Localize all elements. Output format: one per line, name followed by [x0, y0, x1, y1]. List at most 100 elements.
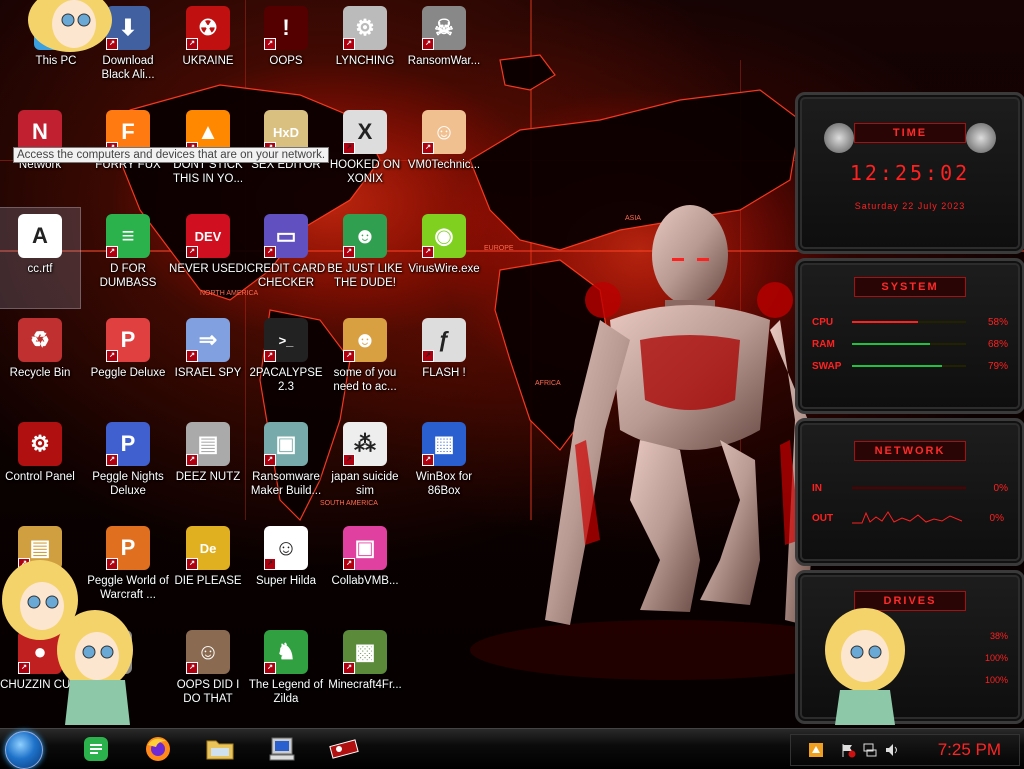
desktop-icon[interactable]: ▭ ↗ CREDIT CARD CHECKER [246, 208, 326, 308]
desktop-icon[interactable]: ⚙ ↗ LYNCHING [325, 0, 405, 100]
desktop-icon[interactable]: ! ↗ OOPS [246, 0, 326, 100]
desktop-icon[interactable]: P ↗ Peggle Nights Deluxe [88, 416, 168, 516]
desktop-icon-label: 2PACALYPSE 2.3 [249, 367, 323, 393]
cartoon-girl-sticker [28, 0, 112, 52]
desktop-icon[interactable]: ▦ ↗ WinBox for 86Box [404, 416, 484, 516]
shortcut-arrow-icon: ↗ [264, 38, 276, 50]
desktop-icon[interactable]: ☺ ↗ VM0Technic... [404, 104, 484, 204]
feedly-icon [84, 737, 108, 761]
desktop-icon[interactable]: ☢ ↗ UKRAINE [168, 0, 248, 100]
system-row: SWAP 79% [798, 355, 1022, 377]
taskbar-file-explorer[interactable] [192, 732, 248, 766]
desktop-icon-label: Control Panel [5, 471, 75, 483]
hilda-icon: ☺ ↗ [264, 526, 308, 570]
desktop-icon-label: The Legend of Zilda [248, 679, 324, 705]
desktop-icon[interactable]: ☠ ↗ RansomWar... [404, 0, 484, 100]
dude-icon: ☻ ↗ [343, 214, 387, 258]
taskbar-winbox[interactable] [254, 732, 310, 766]
desktop-icon-label: VM0Technic... [407, 159, 481, 171]
desktop-icon[interactable]: ⁂ ↗ japan suicide sim [325, 416, 405, 516]
desktop-icon-label: Ransomware Maker Build... [250, 471, 322, 497]
desktop-icon[interactable]: Acc.rtf [0, 207, 81, 309]
map-label-africa: AFRICA [535, 380, 561, 387]
xonix-icon: X ↗ [343, 110, 387, 154]
oops-icon: ! ↗ [264, 6, 308, 50]
desktop-icon-label: HOOKED ON XONIX [329, 159, 401, 185]
time-readout: 12:25:02 [849, 161, 971, 185]
desktop-icon-label: Download Black Ali... [101, 55, 155, 81]
desktop-icon[interactable]: ƒ ↗ FLASH ! [404, 312, 484, 412]
shortcut-arrow-icon: ↗ [106, 246, 118, 258]
viruswire-icon: ◉ ↗ [422, 214, 466, 258]
collabvm-icon: ▣ ↗ [343, 526, 387, 570]
system-row-value: 58% [987, 316, 1008, 328]
recycle-bin-icon: ♻ [18, 318, 62, 362]
start-button[interactable] [5, 731, 43, 769]
desktop-icon[interactable]: P ↗ Peggle Deluxe [88, 312, 168, 412]
desktop-icon[interactable]: ◉ ↗ VirusWire.exe [404, 208, 484, 308]
shortcut-arrow-icon: ↗ [343, 662, 355, 674]
desktop-icon[interactable]: ⚙ Control Panel [0, 416, 80, 516]
flash-icon: ƒ ↗ [422, 318, 466, 362]
volume-icon[interactable] [881, 739, 903, 761]
system-usage-fill [852, 343, 930, 345]
shortcut-arrow-icon: ↗ [264, 350, 276, 362]
beaver-icon: ☻ ↗ [343, 318, 387, 362]
desktop-icon[interactable]: ♞ ↗ The Legend of Zilda [246, 624, 326, 724]
taskbar-clock[interactable]: 7:25 PM [938, 740, 1001, 760]
shortcut-arrow-icon: ↗ [422, 142, 434, 154]
system-row-value: 79% [987, 360, 1008, 372]
taskbar-control-panel[interactable] [316, 732, 372, 766]
date-readout: Saturday 22 July 2023 [854, 201, 966, 211]
taskbar-firefox[interactable] [130, 732, 186, 766]
shortcut-arrow-icon: ↗ [106, 454, 118, 466]
desktop-icon[interactable]: DEV ↗ NEVER USED! [168, 208, 248, 308]
system-tray: 7:25 PM [790, 734, 1020, 766]
skull-icon: ☠ ↗ [422, 6, 466, 50]
taskbar: 7:25 PM [0, 728, 1024, 769]
desktop-icon[interactable]: ☻ ↗ BE JUST LIKE THE DUDE! [325, 208, 405, 308]
desktop-icon-label: Peggle Nights Deluxe [92, 471, 164, 497]
desktop-icon-label: DEEZ NUTZ [175, 471, 241, 483]
desktop-icon[interactable]: ☺ ↗ Super Hilda [246, 520, 326, 620]
system-row-key: CPU [812, 316, 834, 328]
network-tray-icon[interactable] [859, 739, 881, 761]
shortcut-arrow-icon: ↗ [264, 662, 276, 674]
action-center-flag-icon[interactable] [837, 739, 859, 761]
shortcut-arrow-icon: ↗ [422, 38, 434, 50]
desktop-icon-label: DIE PLEASE [174, 575, 242, 587]
desktop-icon-label: FLASH ! [422, 367, 466, 379]
shortcut-arrow-icon: ↗ [106, 350, 118, 362]
tray-app-icon[interactable] [805, 739, 827, 761]
document-icon: A [18, 214, 62, 258]
desktop-icon-label: some of you need to ac... [333, 367, 397, 393]
desktop-icon[interactable]: >_ ↗ 2PACALYPSE 2.3 [246, 312, 326, 412]
desktop-icon[interactable]: ▣ ↗ Ransomware Maker Build... [246, 416, 326, 516]
desktop-icon-label: UKRAINE [182, 55, 234, 67]
gear-icon: ⚙ ↗ [343, 6, 387, 50]
shortcut-arrow-icon: ↗ [343, 246, 355, 258]
network-row-out: OUT 0% [798, 507, 1022, 529]
map-label-asia: ASIA [625, 215, 641, 222]
feedly-icon: ≡ ↗ [106, 214, 150, 258]
peggle-nights-icon: P ↗ [106, 422, 150, 466]
desktop-icon[interactable]: ≡ ↗ D FOR DUMBASS [88, 208, 168, 308]
shortcut-arrow-icon: ↗ [186, 454, 198, 466]
network-widget-title: NETWORK [854, 441, 966, 461]
desktop-icon[interactable]: ▣ ↗ CollabVMB... [325, 520, 405, 620]
taskbar-feedly[interactable] [68, 732, 124, 766]
desktop-icon[interactable]: ☺ ↗ OOPS DID I DO THAT [168, 624, 248, 724]
network-row-in: IN 0% [798, 477, 1022, 499]
desktop-icon[interactable]: ⇒ ↗ ISRAEL SPY [168, 312, 248, 412]
shortcut-arrow-icon: ↗ [422, 246, 434, 258]
desktop-icon-label: OOPS [269, 55, 303, 67]
system-row-value: 68% [987, 338, 1008, 350]
desktop-icon[interactable]: De ↗ DIE PLEASE [168, 520, 248, 620]
desktop-icon[interactable]: X ↗ HOOKED ON XONIX [325, 104, 405, 204]
desktop-icon-label: BE JUST LIKE THE DUDE! [327, 263, 403, 289]
desktop-icon[interactable]: ▩ ↗ Minecraft4Fr... [325, 624, 405, 724]
shortcut-arrow-icon: ↗ [186, 662, 198, 674]
desktop-icon[interactable]: ♻ Recycle Bin [0, 312, 80, 412]
desktop-icon[interactable]: ▤ ↗ DEEZ NUTZ [168, 416, 248, 516]
desktop-icon[interactable]: ☻ ↗ some of you need to ac... [325, 312, 405, 412]
